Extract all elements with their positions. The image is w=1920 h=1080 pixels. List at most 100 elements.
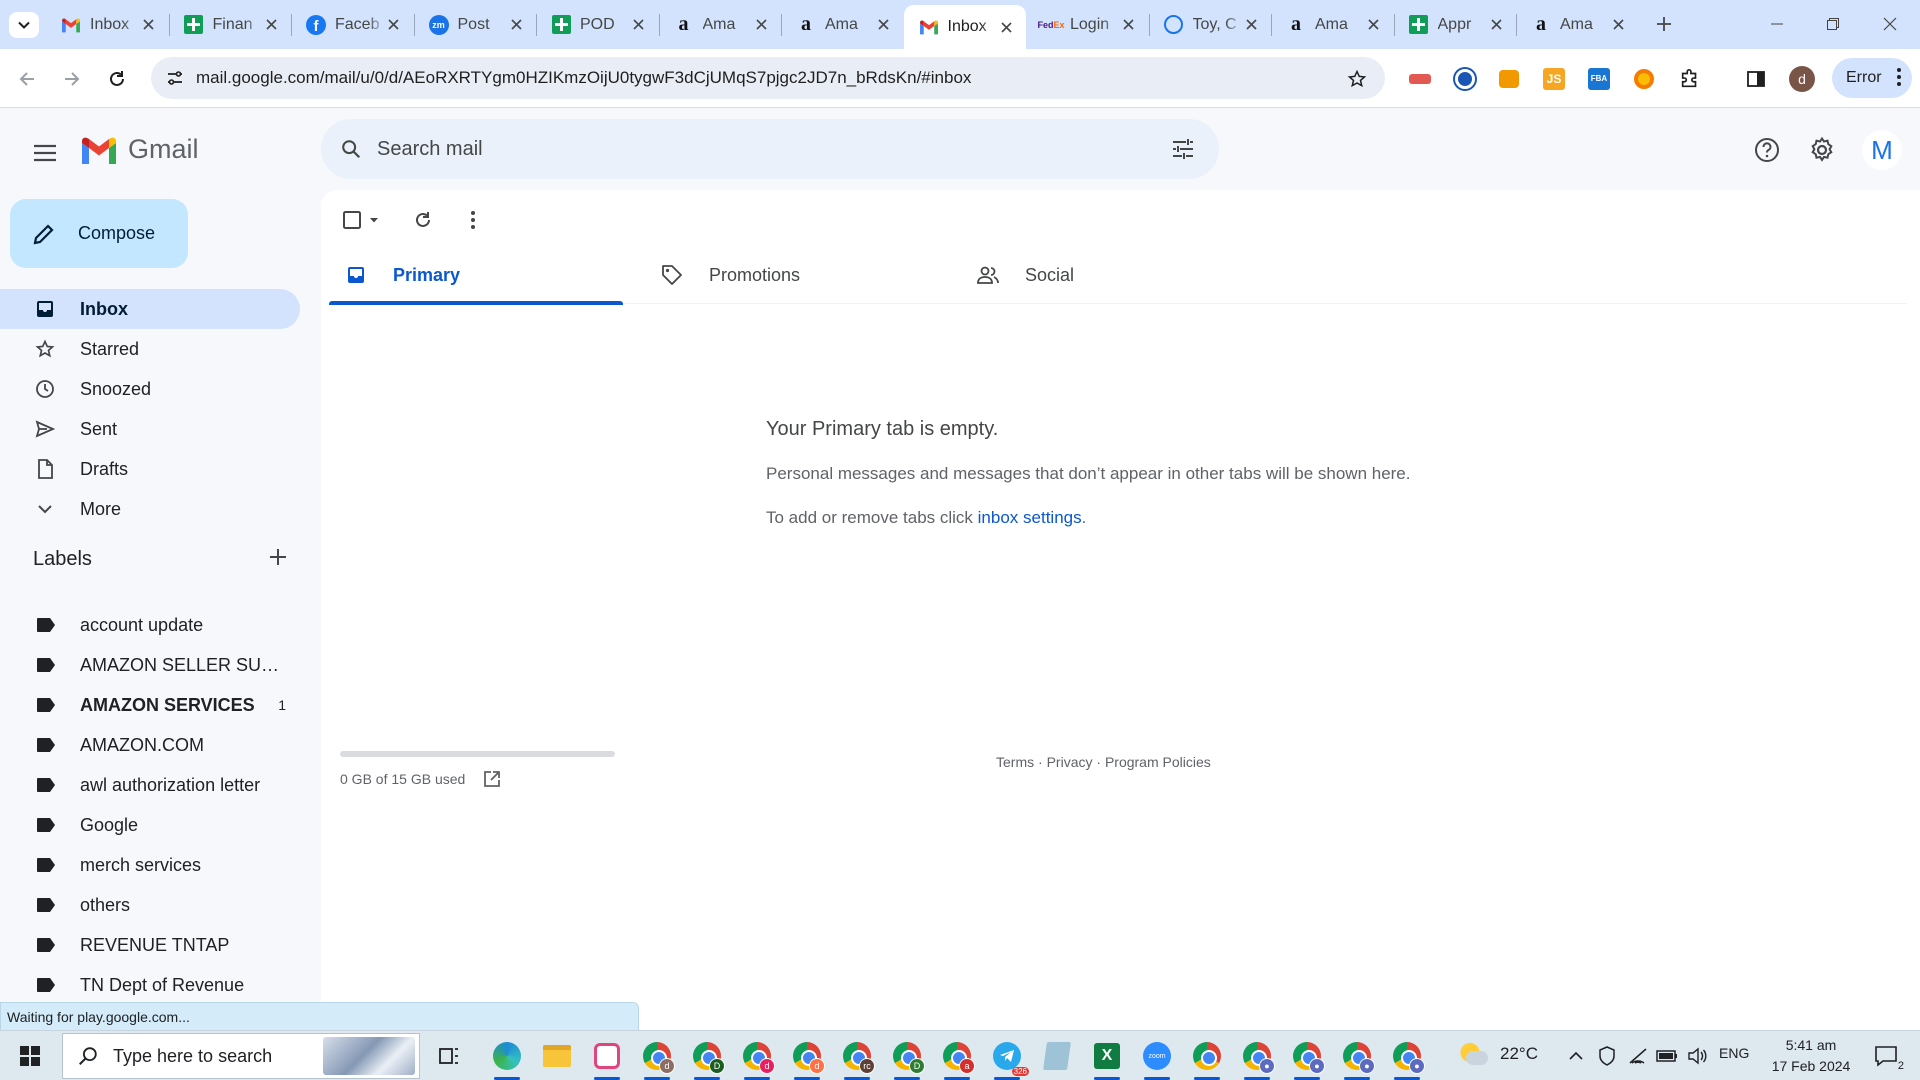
extension-red-icon[interactable] xyxy=(1407,66,1433,92)
inbox-settings-link[interactable]: inbox settings xyxy=(978,508,1082,527)
taskbar-chrome-profile[interactable]: d xyxy=(738,1037,776,1080)
close-icon[interactable] xyxy=(998,19,1014,35)
create-label-button[interactable] xyxy=(262,541,294,573)
close-icon[interactable] xyxy=(876,17,892,33)
taskbar-chrome-profile[interactable]: rc xyxy=(838,1037,876,1080)
close-window-button[interactable] xyxy=(1868,8,1912,40)
start-button[interactable] xyxy=(10,1039,50,1073)
search-input[interactable] xyxy=(375,129,1075,169)
nav-item-snoozed[interactable]: Snoozed xyxy=(0,369,300,409)
browser-tab[interactable]: a Ama xyxy=(1271,0,1394,49)
search-button[interactable] xyxy=(335,133,367,165)
close-icon[interactable] xyxy=(1243,17,1259,33)
address-bar[interactable]: mail.google.com/mail/u/0/d/AEoRXRTYgm0HZ… xyxy=(151,57,1385,99)
manage-storage-link[interactable] xyxy=(481,768,503,790)
program-policies-link[interactable]: Program Policies xyxy=(1105,754,1211,770)
terms-link[interactable]: Terms xyxy=(996,754,1034,770)
taskbar-search-box[interactable]: Type here to search xyxy=(62,1033,420,1079)
new-tab-button[interactable] xyxy=(1650,10,1678,38)
label-item[interactable]: others xyxy=(0,885,300,925)
input-language[interactable]: ENG xyxy=(1719,1045,1749,1061)
nav-item-inbox[interactable]: Inbox xyxy=(0,289,300,329)
extension-fba-icon[interactable]: FBA xyxy=(1586,66,1612,92)
minimize-button[interactable] xyxy=(1755,8,1799,40)
browser-tab[interactable]: f Faceb xyxy=(291,0,414,49)
label-item[interactable]: AMAZON.COM xyxy=(0,725,300,765)
nav-item-sent[interactable]: Sent xyxy=(0,409,300,449)
bookmark-button[interactable] xyxy=(1343,65,1371,93)
tab-social[interactable]: Social xyxy=(961,246,1255,304)
nav-item-more[interactable]: More xyxy=(0,489,300,529)
taskbar-file-explorer[interactable] xyxy=(538,1037,576,1075)
nav-item-starred[interactable]: Starred xyxy=(0,329,300,369)
close-icon[interactable] xyxy=(631,17,647,33)
browser-tab[interactable]: a Ama xyxy=(658,0,782,49)
forward-button[interactable] xyxy=(56,63,88,95)
taskbar-chrome-user-1[interactable]: ● xyxy=(1238,1037,1276,1080)
label-item[interactable]: merch services xyxy=(0,845,300,885)
close-icon[interactable] xyxy=(1366,17,1382,33)
more-actions-button[interactable] xyxy=(455,202,491,238)
browser-tab[interactable]: POD xyxy=(536,0,659,49)
select-all-checkbox[interactable] xyxy=(339,202,383,238)
taskbar-chrome-profile[interactable]: D xyxy=(888,1037,926,1080)
close-icon[interactable] xyxy=(263,17,279,33)
label-item[interactable]: account update xyxy=(0,605,300,645)
close-icon[interactable] xyxy=(1611,17,1627,33)
tab-promotions[interactable]: Promotions xyxy=(645,246,939,304)
taskbar-chrome-user-3[interactable]: ● xyxy=(1338,1037,1376,1080)
nav-item-drafts[interactable]: Drafts xyxy=(0,449,300,489)
extension-js-icon[interactable]: JS xyxy=(1541,66,1567,92)
extensions-button[interactable] xyxy=(1677,66,1703,92)
tab-primary[interactable]: Primary xyxy=(329,246,623,305)
refresh-button[interactable] xyxy=(405,202,441,238)
notification-center-button[interactable]: 2 xyxy=(1868,1040,1904,1072)
privacy-link[interactable]: Privacy xyxy=(1047,754,1093,770)
settings-button[interactable] xyxy=(1802,130,1842,170)
label-item[interactable]: TN Dept of Revenue xyxy=(0,965,300,1005)
taskbar-zoom[interactable]: zoom xyxy=(1138,1037,1176,1080)
taskbar-chrome-profile[interactable]: D xyxy=(688,1037,726,1080)
site-info-button[interactable] xyxy=(161,64,189,92)
browser-profile-avatar[interactable]: d xyxy=(1789,66,1815,92)
browser-tab[interactable]: a Ama xyxy=(1516,0,1639,49)
side-panel-button[interactable] xyxy=(1743,66,1769,92)
restore-button[interactable] xyxy=(1811,8,1855,40)
browser-tab[interactable]: Finan xyxy=(168,0,292,49)
label-item[interactable]: Google xyxy=(0,805,300,845)
taskbar-notes-app[interactable] xyxy=(1038,1037,1076,1075)
taskbar-chrome-profile[interactable]: d xyxy=(638,1037,676,1080)
weather-widget[interactable]: 22°C xyxy=(1458,1039,1538,1069)
label-item[interactable]: AMAZON SELLER SUPP... xyxy=(0,645,300,685)
extension-circle-icon[interactable] xyxy=(1631,66,1657,92)
label-item[interactable]: awl authorization letter xyxy=(0,765,300,805)
browser-tab[interactable]: zm Post xyxy=(413,0,537,49)
close-icon[interactable] xyxy=(1121,17,1137,33)
wifi-tray-icon[interactable] xyxy=(1627,1044,1649,1068)
taskbar-excel[interactable]: X xyxy=(1088,1037,1126,1080)
browser-tab[interactable]: Toy, C xyxy=(1148,0,1272,49)
compose-button[interactable]: Compose xyxy=(10,199,188,268)
reload-button[interactable] xyxy=(101,63,133,95)
browser-tab[interactable]: Inbox xyxy=(903,5,1026,49)
search-options-button[interactable] xyxy=(1165,131,1201,167)
taskbar-chrome-user-2[interactable]: ● xyxy=(1288,1037,1326,1080)
taskbar-telegram[interactable]: 326 xyxy=(988,1037,1029,1080)
gmail-logo[interactable]: Gmail xyxy=(80,134,199,165)
browser-tab[interactable]: FedEx Login xyxy=(1026,0,1149,49)
taskbar-chrome[interactable] xyxy=(1188,1037,1226,1080)
taskbar-chrome-profile[interactable]: d xyxy=(788,1037,826,1080)
show-hidden-icons-button[interactable] xyxy=(1565,1044,1587,1068)
extension-orange-icon[interactable] xyxy=(1496,66,1522,92)
main-menu-button[interactable] xyxy=(24,132,66,174)
tab-search-button[interactable] xyxy=(9,12,39,38)
back-button[interactable] xyxy=(11,63,43,95)
help-button[interactable] xyxy=(1747,130,1787,170)
taskbar-chrome-profile[interactable]: a xyxy=(938,1037,976,1080)
taskbar-chrome-user-4[interactable]: ● xyxy=(1388,1037,1426,1080)
browser-tab[interactable]: a Ama xyxy=(781,0,904,49)
close-icon[interactable] xyxy=(141,17,157,33)
close-icon[interactable] xyxy=(753,17,769,33)
browser-tab[interactable]: Appr xyxy=(1393,0,1517,49)
taskbar-snipping-tool[interactable] xyxy=(588,1037,626,1080)
